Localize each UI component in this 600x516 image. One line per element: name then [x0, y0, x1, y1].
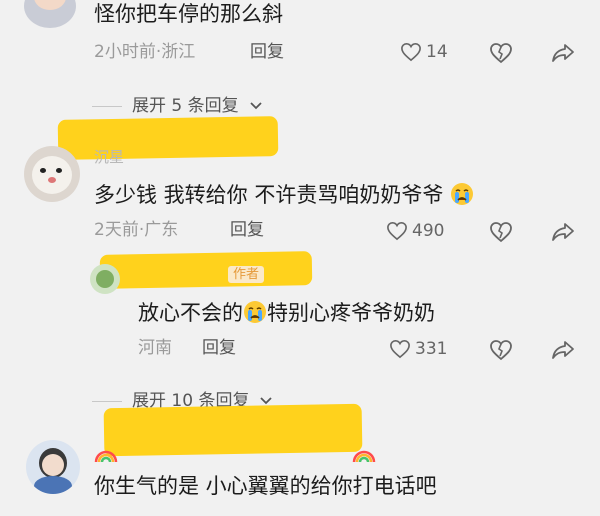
- expand-replies-button-1[interactable]: 展开 5 条回复: [92, 98, 263, 115]
- avatar-comment-1[interactable]: [24, 0, 76, 28]
- comment-meta: 2小时前·浙江: [94, 42, 196, 62]
- heart-icon: [400, 42, 422, 62]
- crying-emoji-icon: [450, 182, 474, 210]
- heart-icon: [386, 221, 408, 241]
- comment-text: 你生气的是 小心翼翼的给你打电话吧: [94, 474, 437, 498]
- divider: [92, 106, 122, 107]
- broken-heart-icon[interactable]: [489, 42, 513, 64]
- like-count: 331: [415, 338, 448, 359]
- like-count: 490: [412, 220, 445, 241]
- rainbow-icon: [94, 444, 118, 464]
- comment-text: 多少钱 我转给你 不许责骂咱奶奶爷爷: [94, 182, 474, 210]
- share-icon[interactable]: [551, 42, 575, 64]
- chevron-down-icon: [249, 98, 263, 115]
- avatar-reply[interactable]: [90, 264, 120, 294]
- share-icon[interactable]: [551, 221, 575, 243]
- share-icon[interactable]: [551, 339, 575, 361]
- username-partial[interactable]: 沉星: [94, 150, 124, 165]
- comment-meta: 河南: [138, 338, 172, 358]
- reply-button[interactable]: 回复: [202, 340, 236, 357]
- highlight-mark: [99, 251, 313, 289]
- author-badge: 作者: [228, 266, 265, 283]
- avatar-comment-2[interactable]: [24, 146, 80, 202]
- reply-button[interactable]: 回复: [230, 222, 264, 239]
- reply-button[interactable]: 回复: [250, 44, 284, 61]
- like-button[interactable]: 14: [400, 42, 448, 62]
- rainbow-icon: [352, 444, 376, 464]
- divider: [92, 401, 122, 402]
- comment-text: 放心不会的 特别心疼爷爷奶奶: [138, 300, 435, 328]
- broken-heart-icon[interactable]: [489, 339, 513, 361]
- avatar-comment-4[interactable]: [26, 440, 80, 494]
- crying-emoji-icon: [243, 300, 267, 328]
- broken-heart-icon[interactable]: [489, 221, 513, 243]
- like-count: 14: [426, 41, 448, 62]
- highlight-mark: [103, 403, 363, 457]
- heart-icon: [389, 339, 411, 359]
- like-button[interactable]: 331: [389, 339, 447, 359]
- comment-meta: 2天前·广东: [94, 220, 179, 240]
- like-button[interactable]: 490: [386, 221, 444, 241]
- comment-text: 怪你把车停的那么斜: [94, 2, 283, 26]
- highlight-mark: [57, 116, 279, 160]
